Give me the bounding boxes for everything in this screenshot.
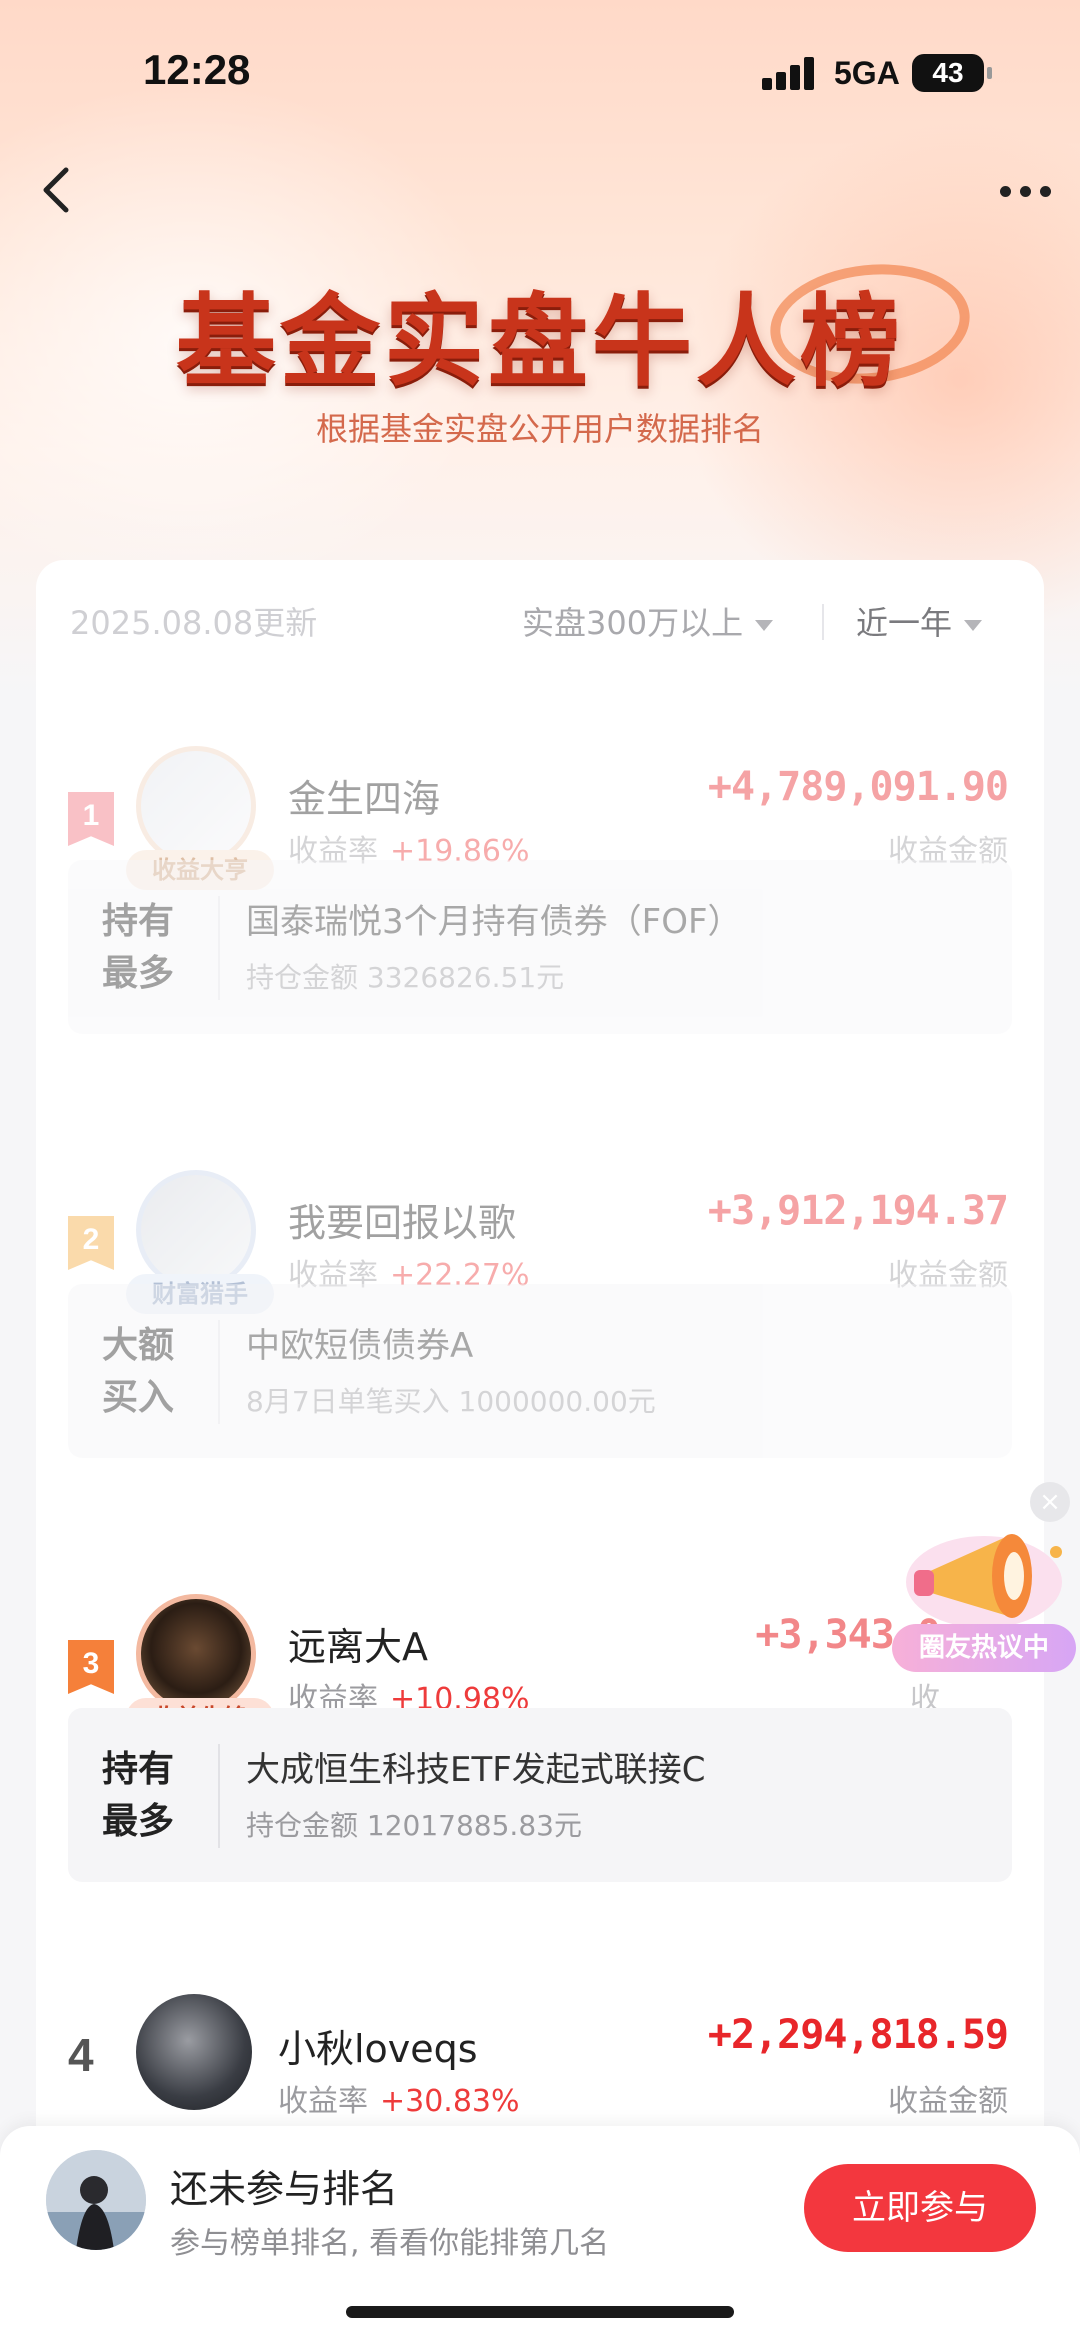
- dropdown-caret-icon: [755, 619, 774, 631]
- join-now-button[interactable]: 立即参与: [804, 2164, 1036, 2252]
- discussion-promo-button[interactable]: 圈友热议中: [888, 1512, 1080, 1682]
- profit-amount: +4,789,091.90: [707, 764, 1009, 810]
- more-button[interactable]: [996, 176, 1056, 206]
- avatar[interactable]: [136, 746, 256, 866]
- profit-amount-label: 收益金额: [888, 2084, 1008, 2119]
- holding-card-1[interactable]: 持有 最多 国泰瑞悦3个月持有债券（FOF） 持仓金额 3326826.51元: [68, 860, 1012, 1034]
- promo-label: 圈友热议中: [892, 1624, 1076, 1672]
- rank-number-4: 4: [68, 2029, 94, 2081]
- period-filter-label: 近一年: [856, 604, 953, 642]
- rank-badge-1: 1: [68, 792, 114, 846]
- network-type: 5GA: [834, 55, 900, 91]
- fund-name: 中欧短债债券A: [246, 1326, 474, 1366]
- rank-badge-2: 2: [68, 1216, 114, 1270]
- back-arrow-icon: [43, 167, 69, 213]
- status-time: 12:28: [143, 46, 251, 93]
- user-name: 金生四海: [288, 777, 441, 821]
- holding-detail: 8月7日单笔买入 1000000.00元: [246, 1385, 656, 1418]
- amount-filter-dropdown[interactable]: 实盘300万以上: [522, 598, 774, 644]
- user-name: 远离大A: [288, 1625, 428, 1669]
- holding-divider: [218, 896, 220, 1000]
- join-subtitle: 参与榜单排名, 看看你能排第几名: [170, 2226, 610, 2261]
- holding-detail: 持仓金额 3326826.51元: [246, 961, 565, 994]
- back-button[interactable]: [34, 160, 84, 220]
- holding-tag-line2: 最多: [102, 953, 175, 994]
- avatar[interactable]: [136, 1994, 252, 2110]
- page-title: 基金实盘牛人榜: [176, 282, 904, 400]
- rate-value: +30.83%: [380, 2084, 520, 2119]
- holding-divider: [218, 1320, 220, 1424]
- holding-tag-line1: 大额: [102, 1325, 175, 1366]
- home-indicator[interactable]: [346, 2306, 734, 2318]
- holding-tag-line1: 持有: [102, 901, 175, 942]
- holding-tag: 持有 最多: [102, 896, 192, 1000]
- holding-tag-line2: 最多: [102, 1801, 175, 1842]
- avatar[interactable]: [136, 1170, 256, 1290]
- rank-badge-3: 3: [68, 1640, 114, 1694]
- page-subtitle: 根据基金实盘公开用户数据排名: [315, 410, 764, 448]
- holding-divider: [218, 1744, 220, 1848]
- holding-tag-line2: 买入: [102, 1377, 175, 1418]
- rate-text: 收益率 +30.83%: [278, 2076, 520, 2120]
- holding-tag-line1: 持有: [102, 1749, 175, 1790]
- status-bar: 12:28 5GA 43: [0, 0, 1080, 140]
- holding-tag: 持有 最多: [102, 1744, 192, 1848]
- user-name: 我要回报以歌: [288, 1201, 517, 1245]
- leaderboard-card: 2025.08.08更新 实盘300万以上 近一年 1 收益大亨 金生四海 收益…: [36, 560, 1044, 2341]
- fund-name: 大成恒生科技ETF发起式联接C: [246, 1750, 706, 1790]
- battery-icon: 43: [912, 54, 992, 92]
- megaphone-icon: [906, 1534, 1062, 1628]
- dropdown-caret-icon: [964, 619, 983, 631]
- period-filter-dropdown[interactable]: 近一年: [856, 598, 983, 644]
- signal-icon: [762, 56, 820, 90]
- amount-filter-label: 实盘300万以上: [522, 604, 744, 642]
- my-avatar[interactable]: [46, 2150, 146, 2250]
- holding-tag: 大额 买入: [102, 1320, 192, 1424]
- update-date: 2025.08.08更新: [70, 604, 318, 642]
- holding-card-2[interactable]: 大额 买入 中欧短债债券A 8月7日单笔买入 1000000.00元: [68, 1284, 1012, 1458]
- fund-name: 国泰瑞悦3个月持有债券（FOF）: [246, 902, 742, 942]
- user-name: 小秋loveqs: [278, 2027, 478, 2071]
- holding-detail: 持仓金额 12017885.83元: [246, 1809, 582, 1842]
- profit-amount: +3,912,194.37: [707, 1188, 1009, 1234]
- profit-amount: +2,294,818.59: [707, 2012, 1009, 2058]
- join-title: 还未参与排名: [170, 2167, 399, 2211]
- my-avatar-image: [46, 2150, 146, 2250]
- holding-card-3[interactable]: 持有 最多 大成恒生科技ETF发起式联接C 持仓金额 12017885.83元: [68, 1708, 1012, 1882]
- avatar[interactable]: [136, 1594, 256, 1714]
- filter-divider: [822, 604, 824, 640]
- more-icon: [1000, 186, 1011, 197]
- rate-label: 收益率: [278, 2084, 368, 2119]
